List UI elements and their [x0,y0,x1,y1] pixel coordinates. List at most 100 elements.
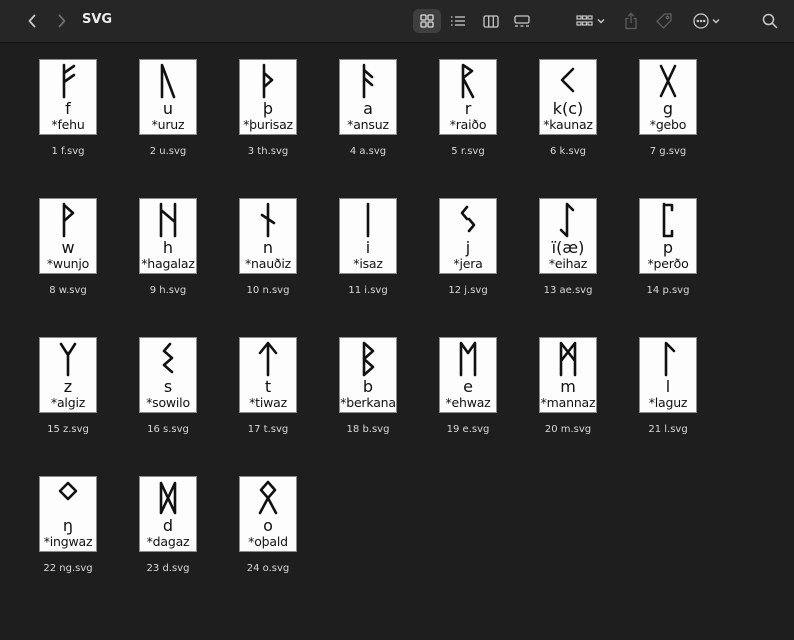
file-name-label[interactable]: 21 l.svg [620,424,716,435]
file-name-label[interactable]: 5 r.svg [420,146,516,157]
back-button[interactable] [22,11,42,31]
tag-button[interactable] [653,10,675,32]
file-thumbnail[interactable]: t *tiwaz [239,337,297,413]
rune-glyph [58,481,78,501]
grid-view-button[interactable] [413,9,441,33]
forward-button[interactable] [52,11,72,31]
file-name-label[interactable]: 11 i.svg [320,285,416,296]
file-name-label[interactable]: 3 th.svg [220,146,316,157]
column-view-button[interactable] [477,9,505,33]
rune-glyph [662,202,674,238]
file-item[interactable]: l *laguz 21 l.svg [620,337,716,435]
file-name-label[interactable]: 14 p.svg [620,285,716,296]
file-item[interactable]: d *dagaz 23 d.svg [120,476,216,574]
file-thumbnail[interactable]: þ *þurisaz [239,59,297,135]
file-item[interactable]: g *gebo 7 g.svg [620,59,716,157]
rune-stroke [59,342,77,377]
rune-name: *ansuz [347,117,389,132]
file-thumbnail[interactable]: l *laguz [639,337,697,413]
file-thumbnail[interactable]: k(c) *kaunaz [539,59,597,135]
file-name-label[interactable]: 1 f.svg [20,146,116,157]
rune-latin-letter: k(c) [552,99,584,118]
file-thumbnail[interactable]: w *wunjo [39,198,97,274]
file-item[interactable]: s *sowilo 16 s.svg [120,337,216,435]
rune-stroke [460,205,476,233]
file-thumbnail[interactable]: ŋ *ingwaz [39,476,97,552]
file-thumbnail[interactable]: j *jera [439,198,497,274]
file-thumbnail[interactable]: a *ansuz [339,59,397,135]
file-thumbnail[interactable]: d *dagaz [139,476,197,552]
rune-stroke [262,63,274,99]
file-item[interactable]: h *hagalaz 9 h.svg [120,198,216,296]
file-thumbnail[interactable]: m *mannaz [539,337,597,413]
file-thumbnail[interactable]: o *oþald [239,476,297,552]
rune-stroke [258,341,278,377]
search-button[interactable] [760,11,780,31]
rune-latin-letter: j [465,238,471,257]
file-name-label[interactable]: 2 u.svg [120,146,216,157]
file-name-label[interactable]: 4 a.svg [320,146,416,157]
file-name-label[interactable]: 9 h.svg [120,285,216,296]
file-thumbnail[interactable]: p *perðo [639,198,697,274]
file-item[interactable]: m *mannaz 20 m.svg [520,337,616,435]
rune-latin-letter: l [665,377,671,396]
file-thumbnail[interactable]: z *algiz [39,337,97,413]
rune-latin-letter: z [63,377,73,396]
file-item[interactable]: j *jera 12 j.svg [420,198,516,296]
file-name-label[interactable]: 23 d.svg [120,563,216,574]
file-item[interactable]: r *raiðo 5 r.svg [420,59,516,157]
file-thumbnail[interactable]: s *sowilo [139,337,197,413]
rune-stroke [662,202,674,238]
rune-name: *laguz [648,395,688,410]
file-item[interactable]: p *perðo 14 p.svg [620,198,716,296]
file-thumbnail[interactable]: e *ehwaz [439,337,497,413]
file-item[interactable]: n *nauðiz 10 n.svg [220,198,316,296]
group-by-button[interactable] [574,11,608,31]
file-item[interactable]: t *tiwaz 17 t.svg [220,337,316,435]
file-item[interactable]: þ *þurisaz 3 th.svg [220,59,316,157]
file-name-label[interactable]: 19 e.svg [420,424,516,435]
file-name-label[interactable]: 12 j.svg [420,285,516,296]
file-name-label[interactable]: 18 b.svg [320,424,416,435]
file-name-label[interactable]: 17 t.svg [220,424,316,435]
file-item[interactable]: ï(æ) *eihaz 13 ae.svg [520,198,616,296]
group-by-icon [576,15,605,26]
file-name-label[interactable]: 13 ae.svg [520,285,616,296]
rune-glyph [659,64,677,98]
file-item[interactable]: k(c) *kaunaz 6 k.svg [520,59,616,157]
file-name-label[interactable]: 16 s.svg [120,424,216,435]
rune-stroke [362,63,374,99]
file-thumbnail[interactable]: g *gebo [639,59,697,135]
file-item[interactable]: ŋ *ingwaz 22 ng.svg [20,476,116,574]
file-thumbnail[interactable]: ï(æ) *eihaz [539,198,597,274]
file-name-label[interactable]: 8 w.svg [20,285,116,296]
rune-name: *isaz [353,256,383,271]
file-thumbnail[interactable]: i *isaz [339,198,397,274]
file-item[interactable]: o *oþald 24 o.svg [220,476,316,574]
list-view-button[interactable] [444,9,472,33]
file-item[interactable]: b *berkana 18 b.svg [320,337,416,435]
file-thumbnail[interactable]: u *uruz [139,59,197,135]
file-item[interactable]: a *ansuz 4 a.svg [320,59,416,157]
file-item[interactable]: f *fehu 1 f.svg [20,59,116,157]
file-thumbnail[interactable]: r *raiðo [439,59,497,135]
file-thumbnail[interactable]: b *berkana [339,337,397,413]
file-item[interactable]: u *uruz 2 u.svg [120,59,216,157]
file-thumbnail[interactable]: n *nauðiz [239,198,297,274]
file-name-label[interactable]: 24 o.svg [220,563,316,574]
file-thumbnail[interactable]: h *hagalaz [139,198,197,274]
file-thumbnail[interactable]: f *fehu [39,59,97,135]
file-name-label[interactable]: 20 m.svg [520,424,616,435]
gallery-view-button[interactable] [508,9,536,33]
file-item[interactable]: z *algiz 15 z.svg [20,337,116,435]
file-name-label[interactable]: 22 ng.svg [20,563,116,574]
file-item[interactable]: e *ehwaz 19 e.svg [420,337,516,435]
file-name-label[interactable]: 7 g.svg [620,146,716,157]
file-name-label[interactable]: 6 k.svg [520,146,616,157]
file-item[interactable]: w *wunjo 8 w.svg [20,198,116,296]
share-button[interactable] [621,10,641,32]
file-name-label[interactable]: 15 z.svg [20,424,116,435]
more-actions-button[interactable] [690,10,724,32]
file-item[interactable]: i *isaz 11 i.svg [320,198,416,296]
file-name-label[interactable]: 10 n.svg [220,285,316,296]
